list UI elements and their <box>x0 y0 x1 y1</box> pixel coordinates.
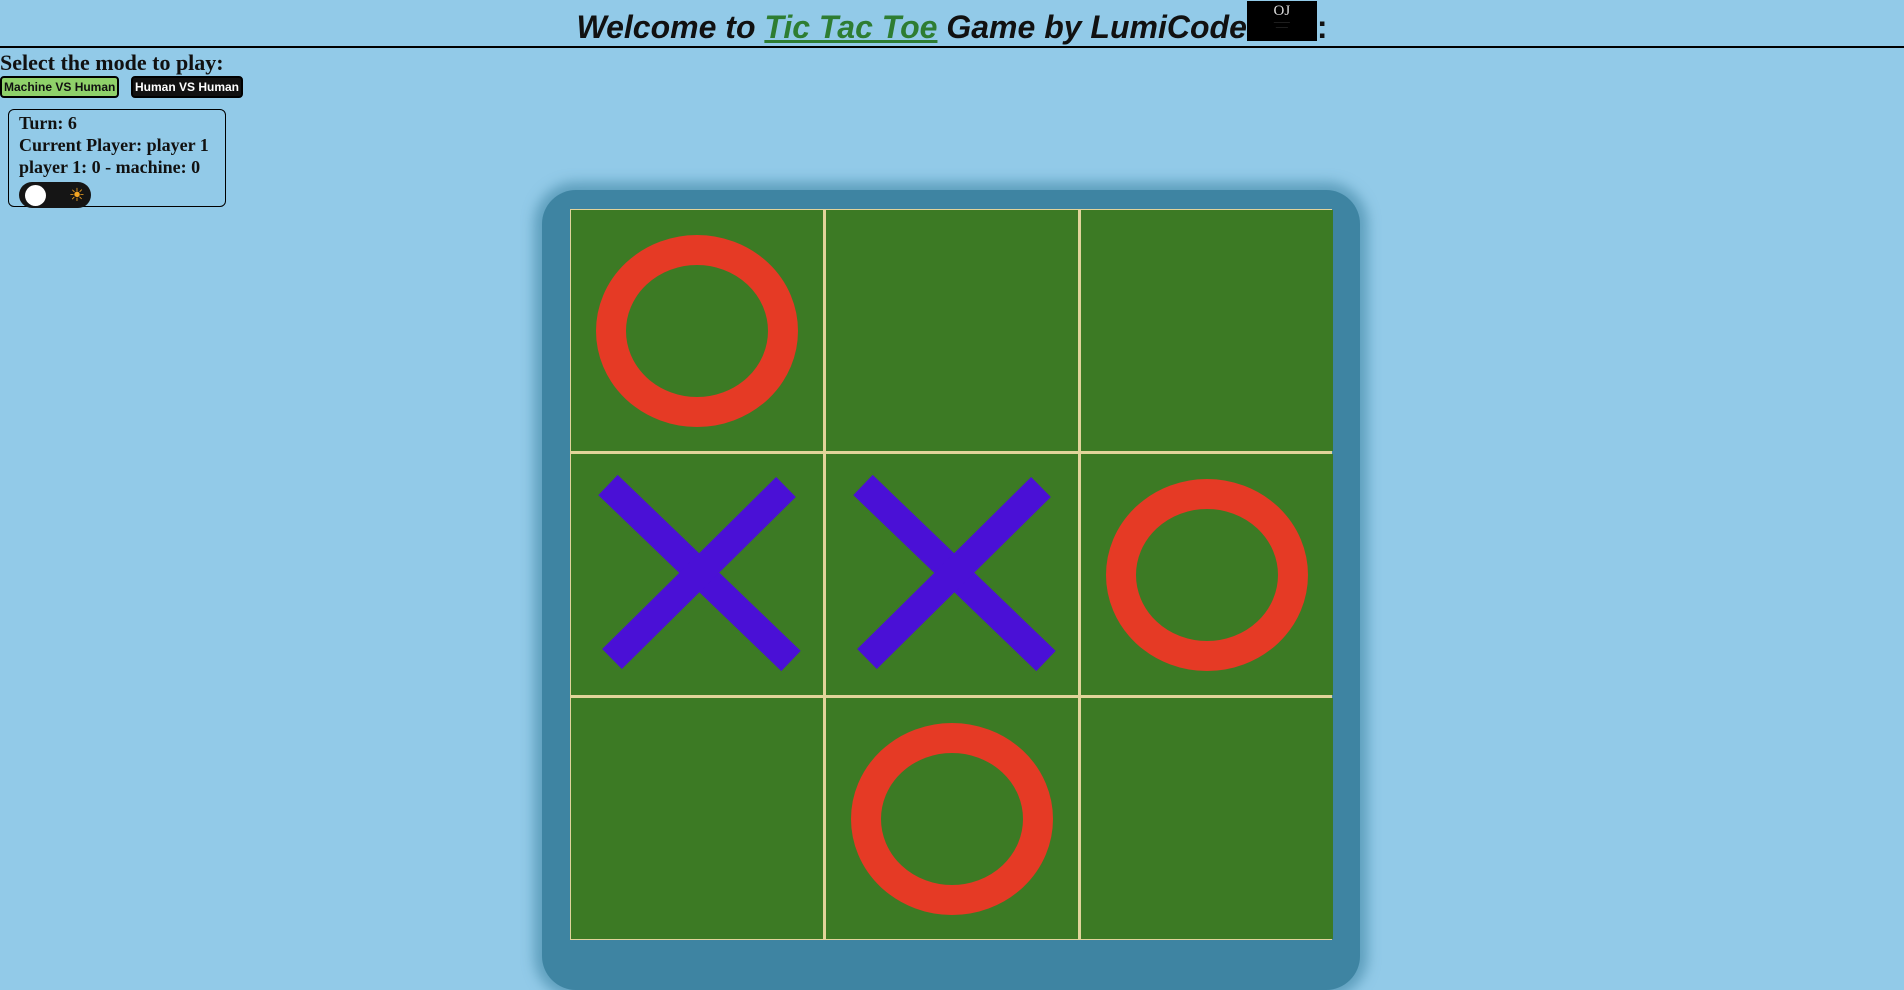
turn-counter: Turn: 6 <box>19 113 77 133</box>
o-mark <box>851 723 1053 915</box>
board-cell[interactable] <box>1081 210 1333 451</box>
current-player: Current Player: player 1 <box>19 135 209 155</box>
board-cell[interactable] <box>1081 454 1333 695</box>
o-mark <box>1106 479 1308 671</box>
theme-toggle[interactable]: ☀ <box>19 182 91 208</box>
score-display: player 1: 0 - machine: 0 <box>19 157 201 177</box>
x-mark <box>598 474 801 672</box>
board-cell[interactable] <box>1081 698 1333 939</box>
sun-icon: ☀ <box>68 185 85 205</box>
o-mark <box>596 235 798 427</box>
machine-vs-human-button[interactable]: Machine VS Human <box>0 76 120 98</box>
page-header: Welcome to Tic Tac Toe Game by LumiCode … <box>0 0 1904 48</box>
board-cell[interactable] <box>571 454 823 695</box>
logo-fine-print-2: ——— <box>1275 24 1288 29</box>
game-board <box>570 209 1333 940</box>
title-suffix: Game by LumiCode <box>937 9 1247 45</box>
board-cell[interactable] <box>826 210 1078 451</box>
toggle-knob <box>25 185 46 206</box>
board-cell[interactable] <box>571 210 823 451</box>
lumicode-logo: OJ ———— ——— <box>1246 1 1317 41</box>
title-prefix: Welcome to <box>576 9 765 45</box>
board-cell[interactable] <box>826 698 1078 939</box>
board-cell[interactable] <box>571 698 823 939</box>
title-colon: : <box>1316 9 1328 45</box>
logo-mark: OJ <box>1273 3 1291 19</box>
page-title: Welcome to Tic Tac Toe Game by LumiCode <box>576 6 1246 48</box>
human-vs-human-button[interactable]: Human VS Human <box>131 76 244 98</box>
game-status-panel: Turn: 6 Current Player: player 1 player … <box>8 109 226 208</box>
x-mark <box>853 474 1056 672</box>
tic-tac-toe-link[interactable]: Tic Tac Toe <box>764 9 937 45</box>
mode-label: Select the mode to play: <box>0 50 224 75</box>
board-cell[interactable] <box>826 454 1078 695</box>
